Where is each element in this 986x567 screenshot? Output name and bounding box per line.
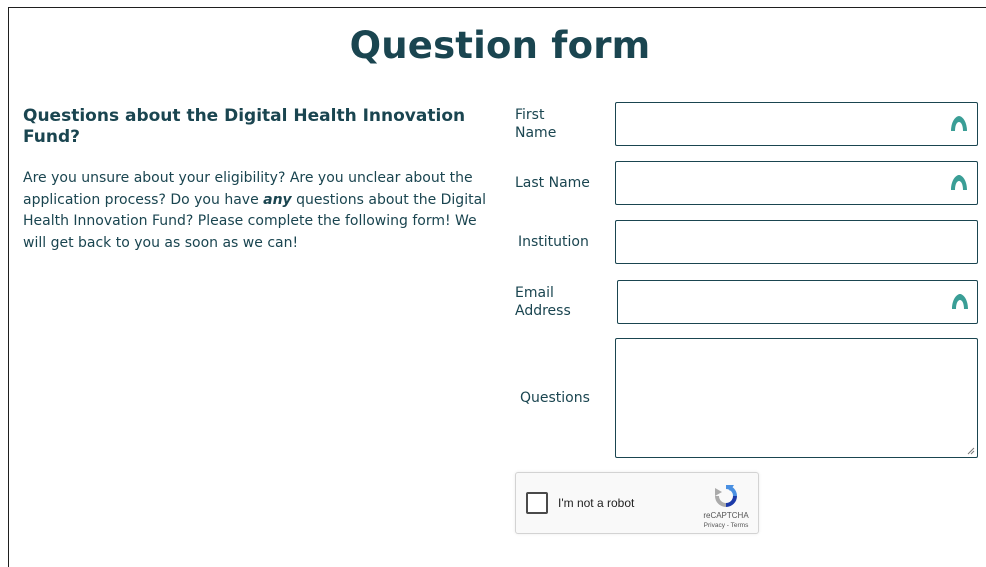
recaptcha-brand: reCAPTCHA (703, 511, 749, 520)
recaptcha-logo-icon (715, 485, 737, 507)
recaptcha-terms-link[interactable]: Terms (731, 522, 749, 529)
resize-grip-icon[interactable] (967, 447, 975, 455)
last-name-label: Last Name (515, 175, 590, 191)
password-manager-icon[interactable] (950, 174, 968, 192)
institution-input[interactable] (615, 220, 978, 264)
first-name-input[interactable] (615, 102, 978, 146)
institution-label: Institution (518, 234, 589, 250)
email-label-line2: Address (515, 303, 571, 319)
intro-emphasis: any (263, 191, 292, 208)
email-input[interactable] (617, 280, 978, 324)
recaptcha-privacy-link[interactable]: Privacy (704, 522, 725, 529)
recaptcha-widget: I'm not a robot reCAPTCHA Privacy - Term… (515, 472, 759, 534)
email-label: Email Address (515, 284, 571, 320)
intro-text: Are you unsure about your eligibility? A… (23, 168, 493, 254)
intro-heading: Questions about the Digital Health Innov… (23, 106, 466, 147)
first-name-label-line2: Name (515, 125, 557, 141)
questions-textarea[interactable] (615, 338, 978, 458)
first-name-label-line1: First (515, 107, 545, 123)
email-label-line1: Email (515, 285, 554, 301)
page-title: Question form (349, 24, 651, 67)
recaptcha-links: Privacy - Terms (698, 522, 754, 529)
questions-label: Questions (520, 390, 590, 406)
password-manager-icon[interactable] (950, 115, 968, 133)
recaptcha-checkbox[interactable] (526, 492, 548, 514)
recaptcha-label: I'm not a robot (558, 496, 635, 510)
first-name-label: First Name (515, 106, 556, 142)
password-manager-icon[interactable] (951, 293, 969, 311)
last-name-input[interactable] (615, 161, 978, 205)
